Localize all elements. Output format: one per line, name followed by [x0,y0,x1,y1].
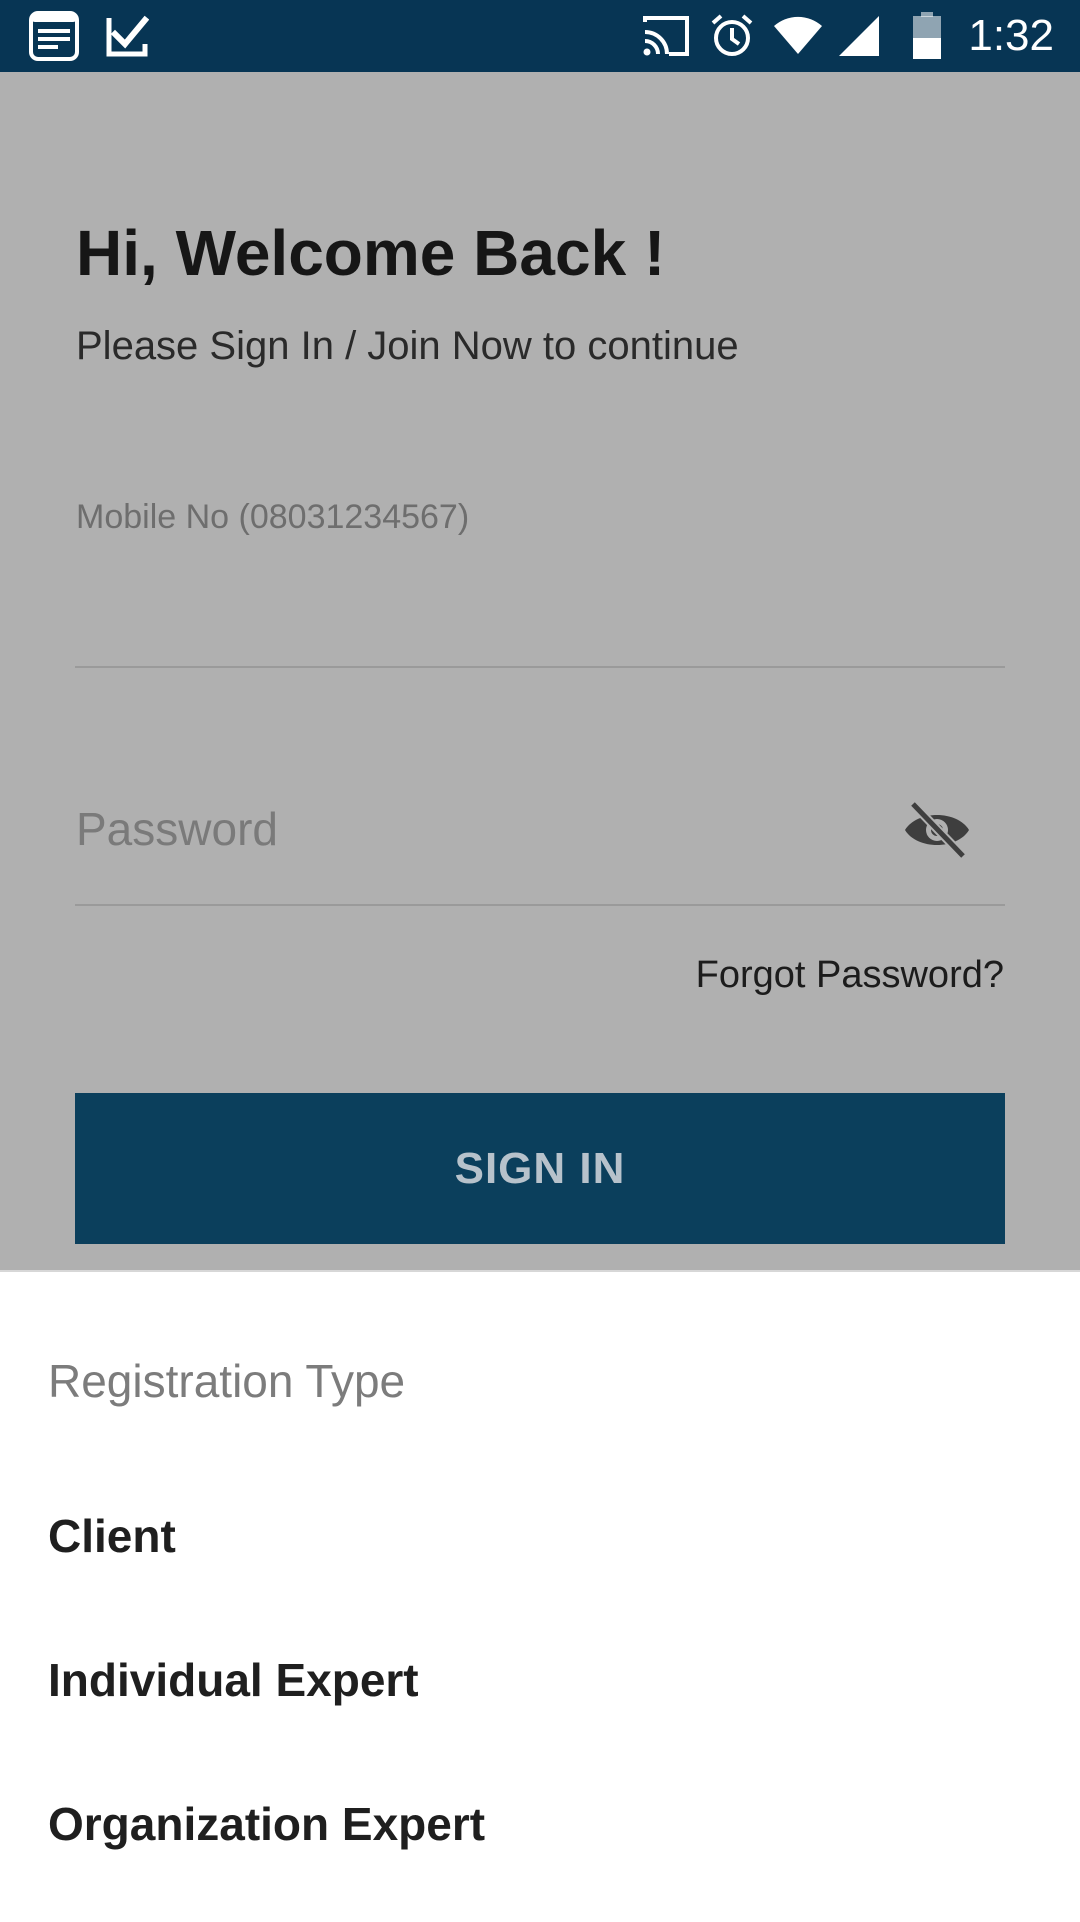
option-client[interactable]: Client [0,1464,1080,1608]
option-individual-expert[interactable]: Individual Expert [0,1608,1080,1752]
task-check-icon [104,0,150,72]
mobile-number-field[interactable]: Mobile No (08031234567) [75,452,1005,668]
page-subtitle: Please Sign In / Join Now to continue [76,324,739,368]
sheet-title: Registration Type [48,1355,406,1407]
cast-icon [640,0,692,72]
status-time: 1:32 [968,11,1054,60]
login-screen: Hi, Welcome Back ! Please Sign In / Join… [0,72,1080,1270]
status-bar: 1:32 [0,0,1080,72]
forgot-password-link[interactable]: Forgot Password? [696,954,1004,997]
password-placeholder: Password [76,803,278,855]
signal-icon [836,0,882,72]
sign-in-button[interactable]: SIGN IN [75,1093,1005,1244]
mobile-number-placeholder: Mobile No (08031234567) [76,498,470,536]
page-title: Hi, Welcome Back ! [76,217,666,289]
password-field[interactable]: Password [75,762,1005,906]
option-individual-expert-label: Individual Expert [48,1654,419,1706]
alarm-icon [708,0,756,72]
eye-off-icon[interactable] [903,800,971,860]
notes-icon [28,0,80,72]
option-client-label: Client [48,1510,176,1562]
wifi-icon [772,0,824,72]
option-organization-expert-label: Organization Expert [48,1798,486,1850]
option-organization-expert[interactable]: Organization Expert [0,1752,1080,1896]
battery-icon [910,0,944,72]
